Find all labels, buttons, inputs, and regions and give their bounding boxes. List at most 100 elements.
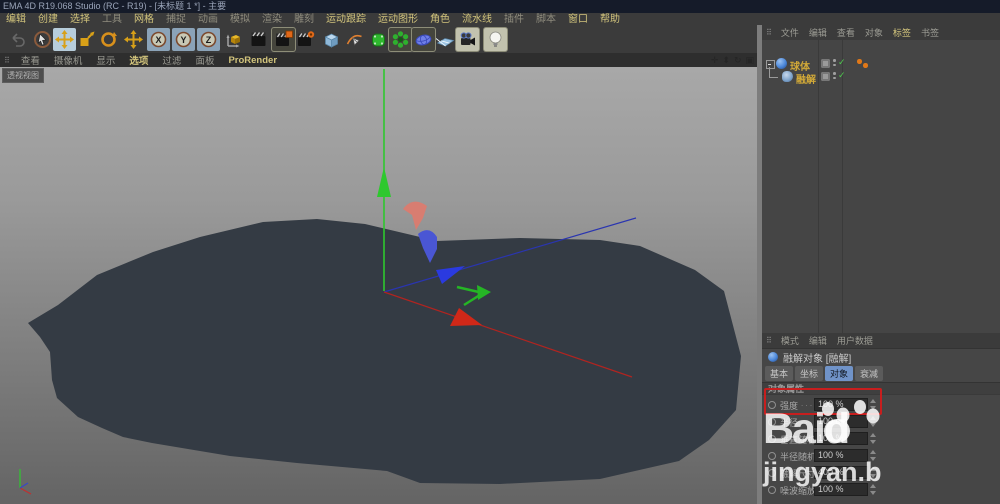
am-menu-userdata[interactable]: 用户数据	[832, 334, 878, 347]
keyframe-dot-icon[interactable]	[768, 452, 776, 460]
radius-input[interactable]: 100 cm	[814, 415, 868, 428]
menu-character[interactable]: 角色	[424, 13, 456, 27]
enabled-check-icon[interactable]: ✓	[838, 70, 846, 81]
orbit-view-icon[interactable]: ↻	[734, 53, 742, 67]
keyframe-dot-icon[interactable]	[768, 401, 776, 409]
vp-menu-filter[interactable]: 过滤	[155, 53, 188, 67]
keyframe-dot-icon[interactable]	[768, 469, 776, 477]
vp-menu-view[interactable]: 查看	[14, 53, 47, 67]
menu-help[interactable]: 帮助	[594, 13, 626, 27]
lock-y-icon[interactable]: Y	[172, 28, 195, 51]
undo-icon[interactable]	[6, 28, 29, 51]
am-menu-edit[interactable]: 编辑	[804, 334, 832, 347]
pan-view-icon[interactable]: ✛	[711, 53, 719, 67]
lock-z-icon[interactable]: Z	[197, 28, 220, 51]
tab-falloff[interactable]: 衰减	[855, 366, 883, 381]
noise-scale-input[interactable]: 100 %	[814, 483, 868, 496]
zoom-view-icon[interactable]: ⬍	[722, 53, 730, 67]
layer-tag-icon[interactable]	[821, 59, 830, 68]
object-name[interactable]: 融解	[796, 71, 816, 86]
add-cube-icon[interactable]	[320, 28, 343, 51]
layer-tag-icon[interactable]	[821, 72, 830, 81]
menu-window[interactable]: 窗口	[562, 13, 594, 27]
menu-simulate[interactable]: 模拟	[224, 13, 256, 27]
melt-deformer-icon[interactable]	[782, 71, 793, 82]
stepper[interactable]	[869, 466, 877, 479]
vp-menu-options[interactable]: 选项	[122, 53, 155, 67]
menu-snap[interactable]: 捕捉	[160, 13, 192, 27]
om-menu-view[interactable]: 查看	[832, 26, 860, 39]
add-light-icon[interactable]	[484, 28, 507, 51]
tab-object[interactable]: 对象	[825, 366, 853, 381]
menu-tools[interactable]: 工具	[96, 13, 128, 27]
vp-menu-panel[interactable]: 面板	[188, 53, 221, 67]
om-menu-bookmarks[interactable]: 书签	[916, 26, 944, 39]
stepper[interactable]	[869, 432, 877, 445]
render-view-icon[interactable]	[247, 28, 270, 51]
stepper[interactable]	[869, 449, 877, 462]
view-label[interactable]: 透视视图	[2, 68, 44, 83]
toggle-view-icon[interactable]: ▣	[745, 53, 754, 67]
menu-pipeline[interactable]: 流水线	[456, 13, 498, 27]
add-environment-icon[interactable]	[434, 28, 457, 51]
viewport-canvas[interactable]	[0, 67, 758, 504]
menu-sculpt[interactable]: 雕刻	[288, 13, 320, 27]
edit-render-settings-icon[interactable]	[294, 28, 317, 51]
render-picture-viewer-icon[interactable]	[272, 28, 295, 51]
phong-tag-icon[interactable]	[857, 59, 862, 64]
enabled-check-icon[interactable]: ✓	[838, 57, 846, 68]
object-row-sphere[interactable]: 球体 ✓	[762, 57, 1000, 70]
stepper[interactable]	[869, 415, 877, 428]
menu-create[interactable]: 创建	[32, 13, 64, 27]
object-row-melt[interactable]: 融解 ✓	[762, 70, 1000, 83]
menu-script[interactable]: 脚本	[530, 13, 562, 27]
menu-select[interactable]: 选择	[64, 13, 96, 27]
panel-grip-icon[interactable]: ⠿	[0, 56, 14, 65]
vertical-random-input[interactable]: 100 %	[814, 432, 868, 445]
keyframe-dot-icon[interactable]	[768, 418, 776, 426]
rotate-tool-icon[interactable]	[97, 28, 120, 51]
keyframe-dot-icon[interactable]	[768, 486, 776, 494]
add-generator-icon[interactable]	[389, 28, 412, 51]
am-menu-mode[interactable]: 模式	[776, 334, 804, 347]
melted-size-input[interactable]: 400 %	[814, 466, 868, 479]
vp-menu-prorender[interactable]: ProRender	[221, 55, 284, 66]
om-menu-edit[interactable]: 编辑	[804, 26, 832, 39]
object-manager-tree[interactable]: 球体 ✓ 融解 ✓	[762, 40, 1000, 333]
menu-plugins[interactable]: 插件	[498, 13, 530, 27]
menu-edit[interactable]: 编辑	[0, 13, 32, 27]
coordinate-system-icon[interactable]	[222, 28, 245, 51]
menu-mesh[interactable]: 网格	[128, 13, 160, 27]
panel-grip-icon[interactable]: ⠿	[762, 28, 776, 37]
radial-random-input[interactable]: 100 %	[814, 449, 868, 462]
menu-motion-tracker[interactable]: 运动跟踪	[320, 13, 372, 27]
menu-mograph[interactable]: 运动图形	[372, 13, 424, 27]
panel-grip-icon[interactable]: ⠿	[762, 336, 776, 345]
visibility-dots-icon[interactable]	[833, 59, 836, 68]
om-menu-objects[interactable]: 对象	[860, 26, 888, 39]
live-selection-icon[interactable]	[31, 28, 54, 51]
add-spline-icon[interactable]	[343, 28, 366, 51]
menu-animate[interactable]: 动画	[192, 13, 224, 27]
strength-input[interactable]: 100 %	[814, 398, 868, 411]
phong-tag-icon[interactable]	[863, 63, 868, 68]
keyframe-dot-icon[interactable]	[768, 435, 776, 443]
om-menu-tags[interactable]: 标签	[888, 26, 916, 39]
menu-render[interactable]: 渲染	[256, 13, 288, 27]
stepper[interactable]	[869, 483, 877, 496]
scale-tool-icon[interactable]	[75, 28, 98, 51]
stepper[interactable]	[869, 398, 877, 411]
move-tool-icon[interactable]	[53, 28, 76, 51]
tab-coord[interactable]: 坐标	[795, 366, 823, 381]
subdivision-surface-icon[interactable]	[367, 28, 390, 51]
property-label: 融解尺寸	[780, 467, 814, 480]
last-tool-move-icon[interactable]	[122, 28, 145, 51]
add-deformer-icon[interactable]	[412, 28, 435, 51]
tab-basic[interactable]: 基本	[765, 366, 793, 381]
om-menu-file[interactable]: 文件	[776, 26, 804, 39]
vp-menu-display[interactable]: 显示	[89, 53, 122, 67]
vp-menu-cameras[interactable]: 摄像机	[47, 53, 90, 67]
add-camera-icon[interactable]	[456, 28, 479, 51]
lock-x-icon[interactable]: X	[147, 28, 170, 51]
visibility-dots-icon[interactable]	[833, 72, 836, 81]
